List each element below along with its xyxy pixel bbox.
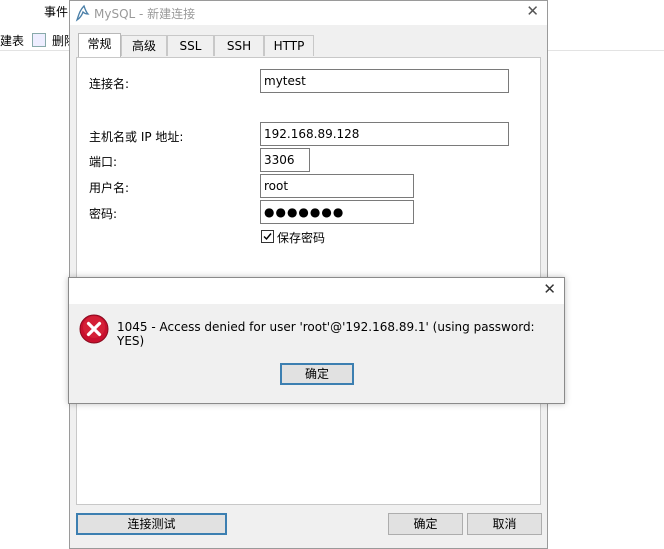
connection-name-input[interactable]: mytest bbox=[260, 69, 509, 93]
tab-general[interactable]: 常规 bbox=[78, 33, 121, 57]
tab-http[interactable]: HTTP bbox=[264, 35, 314, 56]
cancel-button[interactable]: 取消 bbox=[467, 513, 542, 535]
save-password-checkbox[interactable] bbox=[261, 230, 274, 243]
port-label: 端口: bbox=[89, 155, 118, 169]
close-icon[interactable]: ✕ bbox=[543, 280, 556, 298]
test-connection-button[interactable]: 连接测试 bbox=[76, 513, 227, 535]
tab-ssl[interactable]: SSL bbox=[167, 35, 214, 56]
close-icon[interactable]: ✕ bbox=[526, 2, 539, 20]
tab-ssh[interactable]: SSH bbox=[214, 35, 264, 56]
connection-name-label: 连接名: bbox=[89, 77, 130, 91]
dialog-titlebar: MySQL - 新建连接 ✕ bbox=[70, 1, 547, 25]
error-titlebar: ✕ bbox=[69, 278, 564, 304]
username-label: 用户名: bbox=[89, 181, 130, 195]
mysql-dolphin-icon bbox=[75, 4, 90, 22]
username-input[interactable]: root bbox=[260, 174, 414, 198]
password-input[interactable]: ●●●●●●● bbox=[260, 200, 414, 224]
password-label: 密码: bbox=[89, 207, 118, 221]
error-message: 1045 - Access denied for user 'root'@'19… bbox=[117, 320, 535, 348]
save-password-label: 保存密码 bbox=[277, 231, 326, 245]
error-ok-button[interactable]: 确定 bbox=[280, 363, 354, 385]
dialog-title: MySQL - 新建连接 bbox=[94, 7, 196, 21]
port-input[interactable]: 3306 bbox=[260, 148, 310, 172]
ok-button[interactable]: 确定 bbox=[388, 513, 463, 535]
menu-item-events[interactable]: 事件 bbox=[44, 3, 68, 20]
host-label: 主机名或 IP 地址: bbox=[89, 130, 184, 144]
checkmark-icon bbox=[263, 233, 272, 241]
toolbar-new-table-button[interactable]: 建表 bbox=[0, 32, 24, 49]
error-body: 1045 - Access denied for user 'root'@'19… bbox=[69, 304, 564, 403]
error-icon bbox=[79, 314, 109, 344]
error-dialog: ✕ 1045 - Access denied for user 'root'@'… bbox=[68, 277, 565, 404]
new-connection-dialog: MySQL - 新建连接 ✕ 常规 高级 SSL SSH HTTP 连接名: m… bbox=[69, 0, 548, 549]
tab-advanced[interactable]: 高级 bbox=[121, 35, 167, 56]
host-input[interactable]: 192.168.89.128 bbox=[260, 122, 509, 146]
delete-icon bbox=[32, 33, 46, 47]
